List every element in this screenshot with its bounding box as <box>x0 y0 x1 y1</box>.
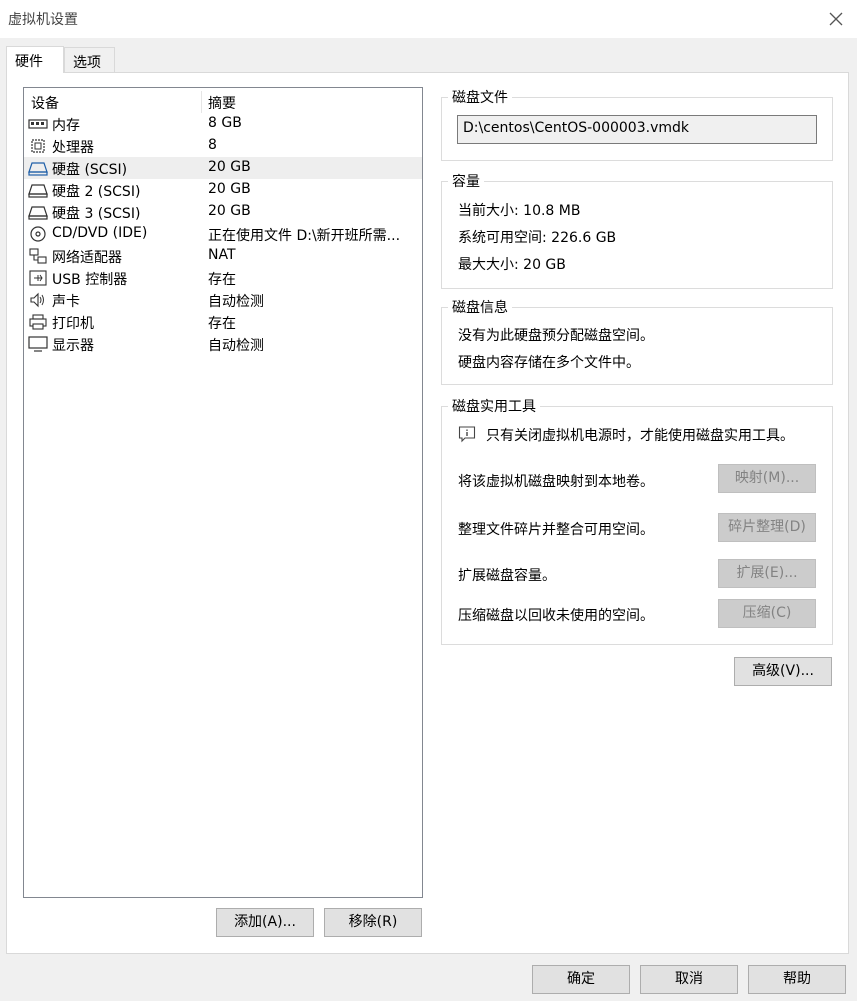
device-summary: NAT <box>208 247 236 263</box>
memory-icon <box>28 119 48 129</box>
device-row-display[interactable]: 显示器 自动检测 <box>24 333 422 355</box>
column-divider[interactable] <box>201 91 202 113</box>
printer-icon <box>29 314 47 330</box>
available-space-text: 系统可用空间: 226.6 GB <box>458 230 617 246</box>
cancel-button[interactable]: 取消 <box>640 965 738 994</box>
disk-info-line-2: 硬盘内容存储在多个文件中。 <box>458 355 640 371</box>
help-button[interactable]: 帮助 <box>748 965 846 994</box>
device-list-header: 设备 摘要 <box>24 91 422 113</box>
device-summary: 正在使用文件 D:\新开班所需... <box>208 228 401 244</box>
device-name: 内存 <box>52 118 80 134</box>
device-name: 声卡 <box>52 294 80 310</box>
disk-info-line-1: 没有为此硬盘预分配磁盘空间。 <box>458 328 654 344</box>
network-adapter-icon <box>29 248 47 264</box>
processor-icon <box>31 139 45 153</box>
map-disk-text: 将该虚拟机磁盘映射到本地卷。 <box>458 474 654 490</box>
device-name: 硬盘 3 (SCSI) <box>52 206 141 222</box>
device-list[interactable]: 设备 摘要 内存 8 GB 处理器 8 硬盘 (SCSI) 20 GB 硬盘 2… <box>23 87 423 898</box>
map-button[interactable]: 映射(M)... <box>718 464 816 493</box>
device-summary: 8 <box>208 137 217 153</box>
device-summary: 自动检测 <box>208 338 264 354</box>
expand-button[interactable]: 扩展(E)... <box>718 559 816 588</box>
device-summary: 20 GB <box>208 159 251 175</box>
device-row-memory[interactable]: 内存 8 GB <box>24 113 422 135</box>
current-size-text: 当前大小: 10.8 MB <box>458 203 581 219</box>
device-row-printer[interactable]: 打印机 存在 <box>24 311 422 333</box>
capacity-group: 容量 当前大小: 10.8 MB 系统可用空间: 226.6 GB 最大大小: … <box>441 173 833 289</box>
device-row-network-adapter[interactable]: 网络适配器 NAT <box>24 245 422 267</box>
hard-disk-icon <box>28 184 48 198</box>
device-row-cd-dvd[interactable]: CD/DVD (IDE) 正在使用文件 D:\新开班所需... <box>24 223 422 245</box>
advanced-button[interactable]: 高级(V)... <box>734 657 832 686</box>
hard-disk-icon <box>28 162 48 176</box>
device-summary: 存在 <box>208 272 236 288</box>
speaker-icon <box>30 292 44 308</box>
disk-info-group-title: 磁盘信息 <box>448 299 512 317</box>
disk-utilities-group-title: 磁盘实用工具 <box>448 398 540 416</box>
device-name: 网络适配器 <box>52 250 122 266</box>
device-summary: 8 GB <box>208 115 242 131</box>
column-header-device[interactable]: 设备 <box>31 93 59 113</box>
disk-info-group: 磁盘信息 没有为此硬盘预分配磁盘空间。 硬盘内容存储在多个文件中。 <box>441 299 833 385</box>
add-device-button[interactable]: 添加(A)... <box>216 908 314 937</box>
info-icon <box>458 426 476 443</box>
tab-hardware[interactable]: 硬件 <box>6 46 64 73</box>
close-icon[interactable] <box>825 8 847 30</box>
monitor-icon <box>28 336 48 352</box>
disk-file-group: 磁盘文件 D:\centos\CentOS-000003.vmdk <box>441 89 833 161</box>
device-row-hard-disk-1[interactable]: 硬盘 (SCSI) 20 GB <box>24 157 422 179</box>
title-bar: 虚拟机设置 <box>0 0 857 38</box>
column-header-summary[interactable]: 摘要 <box>208 93 236 113</box>
capacity-group-title: 容量 <box>448 173 484 191</box>
compact-button[interactable]: 压缩(C) <box>718 599 816 628</box>
device-summary: 自动检测 <box>208 294 264 310</box>
compact-text: 压缩磁盘以回收未使用的空间。 <box>458 608 654 624</box>
device-summary: 20 GB <box>208 203 251 219</box>
device-name: 处理器 <box>52 140 94 156</box>
tab-options[interactable]: 选项 <box>64 47 115 73</box>
device-name: 硬盘 (SCSI) <box>52 162 128 178</box>
disk-file-group-title: 磁盘文件 <box>448 89 512 107</box>
device-row-sound-card[interactable]: 声卡 自动检测 <box>24 289 422 311</box>
device-row-usb-controller[interactable]: USB 控制器 存在 <box>24 267 422 289</box>
tab-options-label: 选项 <box>73 55 101 71</box>
expand-text: 扩展磁盘容量。 <box>458 568 556 584</box>
device-name: 硬盘 2 (SCSI) <box>52 184 141 200</box>
device-name: USB 控制器 <box>52 272 128 288</box>
cd-dvd-icon <box>30 226 46 242</box>
disk-utilities-group: 磁盘实用工具 只有关闭虚拟机电源时，才能使用磁盘实用工具。 将该虚拟机磁盘映射到… <box>441 398 833 645</box>
tab-hardware-label: 硬件 <box>15 54 43 70</box>
hard-disk-icon <box>28 206 48 220</box>
device-summary: 20 GB <box>208 181 251 197</box>
device-summary: 存在 <box>208 316 236 332</box>
device-name: CD/DVD (IDE) <box>52 225 148 241</box>
disk-file-path-field[interactable]: D:\centos\CentOS-000003.vmdk <box>457 115 817 144</box>
remove-device-button[interactable]: 移除(R) <box>324 908 422 937</box>
device-row-hard-disk-2[interactable]: 硬盘 2 (SCSI) 20 GB <box>24 179 422 201</box>
device-row-hard-disk-3[interactable]: 硬盘 3 (SCSI) 20 GB <box>24 201 422 223</box>
device-name: 显示器 <box>52 338 94 354</box>
power-off-notice: 只有关闭虚拟机电源时，才能使用磁盘实用工具。 <box>486 428 794 444</box>
max-size-text: 最大大小: 20 GB <box>458 257 566 273</box>
defrag-text: 整理文件碎片并整合可用空间。 <box>458 522 654 538</box>
ok-button[interactable]: 确定 <box>532 965 630 994</box>
device-name: 打印机 <box>52 316 94 332</box>
device-row-processor[interactable]: 处理器 8 <box>24 135 422 157</box>
window-title: 虚拟机设置 <box>8 12 78 28</box>
usb-icon <box>29 270 47 286</box>
defragment-button[interactable]: 碎片整理(D) <box>718 513 816 542</box>
